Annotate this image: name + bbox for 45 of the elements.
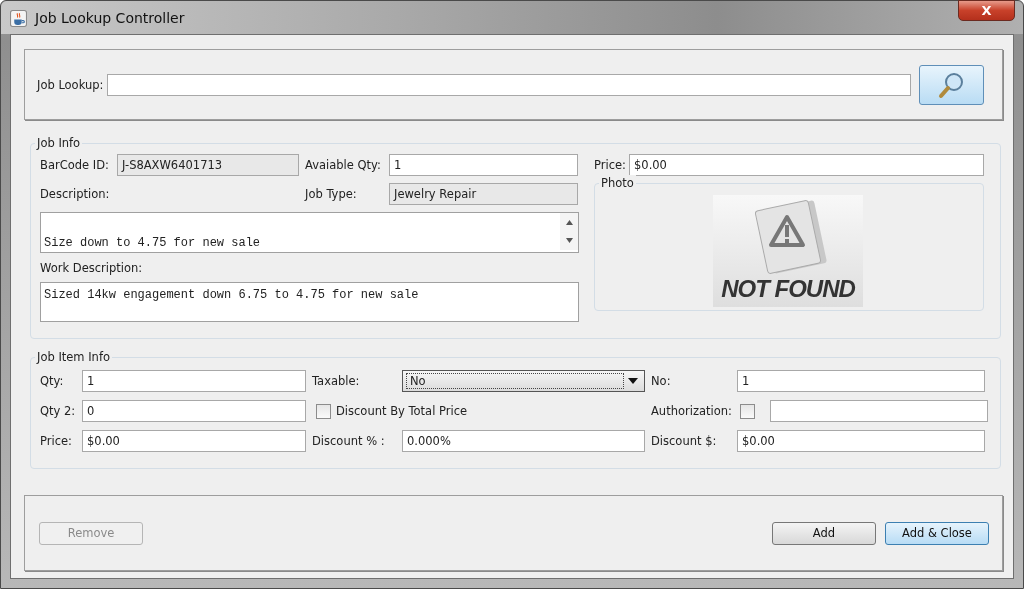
job-lookup-field[interactable] <box>107 73 912 96</box>
close-button[interactable]: X <box>958 0 1015 21</box>
field-label: Price: <box>594 158 627 172</box>
field-label: Description: <box>40 187 111 201</box>
scroll-bar[interactable] <box>560 213 578 250</box>
description-text-area[interactable]: Size down to 4.75 for new sale <box>40 212 579 253</box>
java-cup-icon <box>10 10 27 27</box>
not-found-text: NOT FOUND <box>721 277 855 301</box>
job-type-field[interactable]: Jewelry Repair <box>389 183 578 205</box>
price-field[interactable]: $0.00 <box>629 154 984 176</box>
field-label: Job Lookup: <box>37 77 104 92</box>
work-description-text-area[interactable]: Sized 14kw engagement down 6.75 to 4.75 for new sale <box>40 282 579 322</box>
discount-amount-field[interactable]: $0.00 <box>737 430 985 452</box>
search-button[interactable] <box>919 64 985 105</box>
field-label: Price: <box>40 434 73 448</box>
window-title: Job Lookup Controller <box>35 10 185 26</box>
checkbox-label: Discount By Total Price <box>336 404 469 418</box>
field-label: Qty: <box>40 374 65 388</box>
description-text: Size down to 4.75 for new sale <box>44 236 261 250</box>
no-field[interactable]: 1 <box>737 370 985 392</box>
caret-icon <box>628 378 638 384</box>
field-label: Authorization: <box>651 404 733 418</box>
barcode-field[interactable]: J-S8AXW6401713 <box>117 154 299 176</box>
authorization-field[interactable] <box>770 400 988 422</box>
field-label: Taxable: <box>312 374 361 388</box>
group-title: Job Item Info <box>35 349 112 365</box>
checkbox[interactable] <box>740 403 755 419</box>
group-title: Job Info <box>35 135 83 151</box>
action-button[interactable]: Add & Close <box>885 521 989 545</box>
available-qty-field[interactable]: 1 <box>389 154 578 176</box>
discount-percent-field[interactable]: 0.000% <box>402 430 645 452</box>
field-label: Work Description: <box>40 261 144 275</box>
qty2-field[interactable]: 0 <box>82 400 306 422</box>
field-label: Qty 2: <box>40 404 77 418</box>
price-field[interactable]: $0.00 <box>82 430 306 452</box>
taxable-dropdown[interactable]: No <box>402 370 645 392</box>
checkbox[interactable] <box>316 403 331 419</box>
field-label: Discount $: <box>651 434 718 448</box>
action-button[interactable]: Add <box>772 521 876 545</box>
field-label: Job Type: <box>305 187 358 201</box>
field-label: Avaiable Qty: <box>305 158 382 172</box>
field-label: BarCode ID: <box>40 158 110 172</box>
field-label: No: <box>651 374 672 388</box>
qty-field[interactable]: 1 <box>82 370 306 392</box>
field-label: Discount % : <box>312 434 386 448</box>
